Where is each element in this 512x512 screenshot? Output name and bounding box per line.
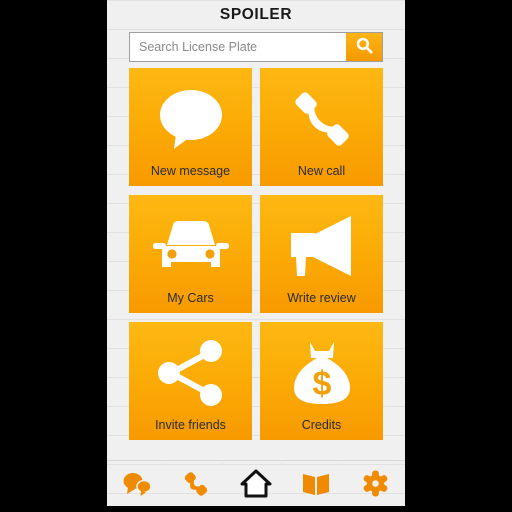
home-icon	[240, 469, 272, 499]
title-bar: SPOILER	[107, 0, 405, 30]
phone-icon	[183, 470, 209, 498]
bottom-navbar	[107, 460, 405, 506]
app-screen: SPOILER Search License Plate New message…	[0, 0, 512, 512]
nav-guide[interactable]	[293, 464, 339, 504]
tile-label: My Cars	[167, 290, 214, 305]
search-input[interactable]	[130, 33, 346, 61]
search-button[interactable]	[346, 33, 382, 61]
speech-bubble-icon	[129, 68, 252, 165]
tile-label: New call	[297, 163, 346, 178]
tile-label: New message	[150, 163, 231, 178]
svg-text:$: $	[312, 365, 331, 403]
tile-invite-friends[interactable]: Invite friends	[129, 322, 252, 440]
tile-new-call[interactable]: New call	[260, 68, 383, 186]
nav-messages[interactable]	[114, 464, 160, 504]
tile-grid: New message New call My Cars Write revie…	[129, 68, 383, 440]
tile-label: Write review	[287, 290, 356, 305]
tile-label: Credits	[301, 417, 342, 432]
phone-handset-icon	[260, 68, 383, 165]
tile-new-message[interactable]: New message	[129, 68, 252, 186]
car-icon	[129, 195, 252, 292]
tile-label: Invite friends	[155, 417, 226, 432]
share-icon	[129, 322, 252, 419]
nav-calls[interactable]	[173, 464, 219, 504]
phone-content: SPOILER Search License Plate New message…	[107, 0, 405, 506]
nav-settings[interactable]	[352, 464, 398, 504]
nav-home[interactable]	[233, 464, 279, 504]
tile-write-review[interactable]: Write review	[260, 195, 383, 313]
page-title: SPOILER	[219, 6, 293, 23]
megaphone-icon	[260, 195, 383, 292]
money-bag-icon: $	[260, 322, 383, 419]
search-bar	[129, 32, 383, 62]
tile-credits[interactable]: $ Credits	[260, 322, 383, 440]
chat-bubbles-icon	[122, 471, 152, 497]
tile-my-cars[interactable]: My Cars	[129, 195, 252, 313]
search-icon	[355, 36, 374, 58]
bottom-black-bar	[0, 506, 512, 512]
gear-icon	[362, 470, 389, 497]
book-icon	[301, 471, 331, 497]
